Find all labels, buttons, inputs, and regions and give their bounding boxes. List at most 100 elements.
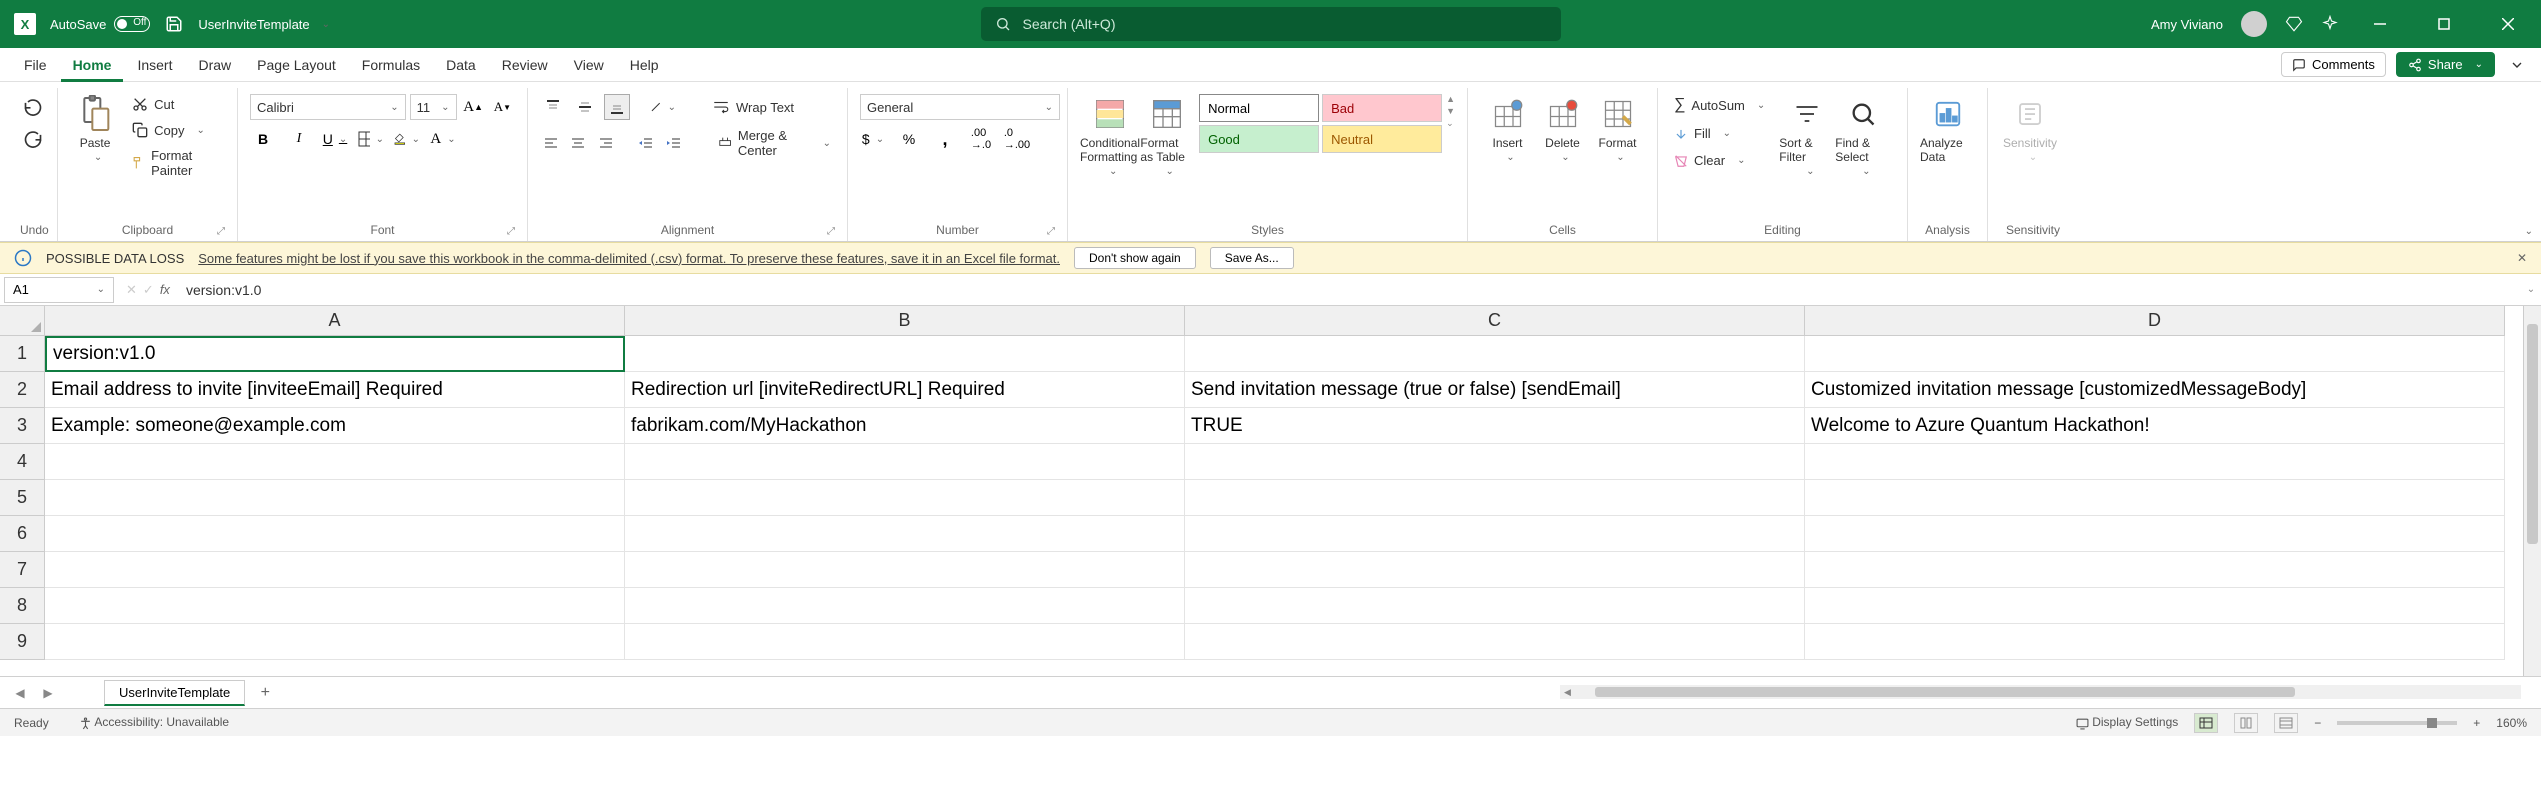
cell-B1[interactable] xyxy=(625,336,1185,372)
insert-cells-button[interactable]: Insert⌄ xyxy=(1480,94,1535,163)
view-normal-icon[interactable] xyxy=(2194,713,2218,733)
cell-C6[interactable] xyxy=(1185,516,1805,552)
decrease-font-icon[interactable]: A▼ xyxy=(490,94,515,120)
maximize-button[interactable] xyxy=(2421,0,2467,48)
tab-insert[interactable]: Insert xyxy=(125,48,184,82)
msgbar-text[interactable]: Some features might be lost if you save … xyxy=(198,251,1060,266)
tab-help[interactable]: Help xyxy=(618,48,671,82)
sheet-nav-prev-icon[interactable]: ◀ xyxy=(10,683,30,703)
cell-C9[interactable] xyxy=(1185,624,1805,660)
align-middle-icon[interactable] xyxy=(572,94,598,120)
row-header-5[interactable]: 5 xyxy=(0,480,45,516)
cut-button[interactable]: Cut xyxy=(128,94,225,114)
row-header-9[interactable]: 9 xyxy=(0,624,45,660)
cell-C7[interactable] xyxy=(1185,552,1805,588)
vertical-scrollbar[interactable] xyxy=(2523,306,2541,676)
diamond-icon[interactable] xyxy=(2285,15,2303,33)
save-as-button[interactable]: Save As... xyxy=(1210,247,1294,269)
cell-D9[interactable] xyxy=(1805,624,2505,660)
row-header-1[interactable]: 1 xyxy=(0,336,45,372)
cell-B5[interactable] xyxy=(625,480,1185,516)
cell-D2[interactable]: Customized invitation message [customize… xyxy=(1805,372,2505,408)
fx-icon[interactable]: fx xyxy=(160,282,170,297)
cell-C4[interactable] xyxy=(1185,444,1805,480)
bold-button[interactable]: B xyxy=(250,126,276,152)
cell-B6[interactable] xyxy=(625,516,1185,552)
decrease-decimal-icon[interactable]: .0→.00 xyxy=(1004,126,1030,152)
col-header-D[interactable]: D xyxy=(1805,306,2505,336)
row-header-4[interactable]: 4 xyxy=(0,444,45,480)
font-name-select[interactable]: Calibri⌄ xyxy=(250,94,406,120)
search-input[interactable]: Search (Alt+Q) xyxy=(981,7,1561,41)
cell-B4[interactable] xyxy=(625,444,1185,480)
dont-show-again-button[interactable]: Don't show again xyxy=(1074,247,1196,269)
minimize-button[interactable] xyxy=(2357,0,2403,48)
autosum-button[interactable]: ∑AutoSum⌄ xyxy=(1670,94,1769,116)
tab-file[interactable]: File xyxy=(12,48,59,82)
zoom-slider[interactable] xyxy=(2337,721,2457,725)
comma-icon[interactable]: , xyxy=(932,126,958,152)
align-center-icon[interactable] xyxy=(568,130,590,156)
cell-B3[interactable]: fabrikam.com/MyHackathon xyxy=(625,408,1185,444)
paste-button[interactable]: Paste⌄ xyxy=(70,94,120,163)
cell-D7[interactable] xyxy=(1805,552,2505,588)
undo-button[interactable] xyxy=(20,94,46,120)
cell-A5[interactable] xyxy=(45,480,625,516)
copy-button[interactable]: Copy⌄ xyxy=(128,120,225,140)
tab-view[interactable]: View xyxy=(562,48,616,82)
align-right-icon[interactable] xyxy=(595,130,617,156)
sort-filter-button[interactable]: Sort & Filter⌄ xyxy=(1779,94,1835,177)
share-button[interactable]: Share⌄ xyxy=(2396,52,2495,77)
tab-home[interactable]: Home xyxy=(61,48,124,82)
tab-data[interactable]: Data xyxy=(434,48,488,82)
name-box[interactable]: A1⌄ xyxy=(4,277,114,303)
zoom-out-icon[interactable]: − xyxy=(2314,716,2321,730)
delete-cells-button[interactable]: Delete⌄ xyxy=(1535,94,1590,163)
document-name[interactable]: UserInviteTemplate⌄ xyxy=(198,17,330,32)
orientation-icon[interactable]: ⌄ xyxy=(650,94,676,120)
cell-A2[interactable]: Email address to invite [inviteeEmail] R… xyxy=(45,372,625,408)
cell-B7[interactable] xyxy=(625,552,1185,588)
view-page-break-icon[interactable] xyxy=(2274,713,2298,733)
zoom-level[interactable]: 160% xyxy=(2496,716,2527,730)
underline-button[interactable]: U⌄ xyxy=(322,126,348,152)
percent-icon[interactable]: % xyxy=(896,126,922,152)
row-header-3[interactable]: 3 xyxy=(0,408,45,444)
status-accessibility[interactable]: Accessibility: Unavailable xyxy=(79,715,229,729)
increase-decimal-icon[interactable]: .00→.0 xyxy=(968,126,994,152)
expand-formula-bar-icon[interactable]: ⌄ xyxy=(2521,284,2541,295)
comments-button[interactable]: Comments xyxy=(2281,52,2386,77)
conditional-formatting-button[interactable]: Conditional Formatting⌄ xyxy=(1080,94,1140,177)
avatar[interactable] xyxy=(2241,11,2267,37)
cell-D4[interactable] xyxy=(1805,444,2505,480)
italic-button[interactable]: I xyxy=(286,126,312,152)
cell-B9[interactable] xyxy=(625,624,1185,660)
autosave-toggle[interactable]: AutoSave Off xyxy=(50,16,150,32)
cell-C8[interactable] xyxy=(1185,588,1805,624)
select-all-corner[interactable] xyxy=(0,306,45,336)
align-left-icon[interactable] xyxy=(540,130,562,156)
clear-button[interactable]: Clear⌄ xyxy=(1670,151,1769,170)
col-header-A[interactable]: A xyxy=(45,306,625,336)
save-icon[interactable] xyxy=(164,14,184,34)
formula-input[interactable]: version:v1.0 xyxy=(178,282,2521,298)
close-button[interactable] xyxy=(2485,0,2531,48)
style-bad[interactable]: Bad xyxy=(1322,94,1442,122)
cell-B8[interactable] xyxy=(625,588,1185,624)
format-cells-button[interactable]: Format⌄ xyxy=(1590,94,1645,163)
tab-page-layout[interactable]: Page Layout xyxy=(245,48,348,82)
cell-C3[interactable]: TRUE xyxy=(1185,408,1805,444)
row-header-8[interactable]: 8 xyxy=(0,588,45,624)
cell-A7[interactable] xyxy=(45,552,625,588)
row-header-7[interactable]: 7 xyxy=(0,552,45,588)
cell-D8[interactable] xyxy=(1805,588,2505,624)
cell-A6[interactable] xyxy=(45,516,625,552)
increase-indent-icon[interactable] xyxy=(663,130,685,156)
analyze-data-button[interactable]: Analyze Data xyxy=(1920,94,1975,164)
style-normal[interactable]: Normal xyxy=(1199,94,1319,122)
align-top-icon[interactable] xyxy=(540,94,566,120)
cell-C1[interactable] xyxy=(1185,336,1805,372)
font-color-button[interactable]: A⌄ xyxy=(430,126,456,152)
tab-review[interactable]: Review xyxy=(490,48,560,82)
style-neutral[interactable]: Neutral xyxy=(1322,125,1442,153)
